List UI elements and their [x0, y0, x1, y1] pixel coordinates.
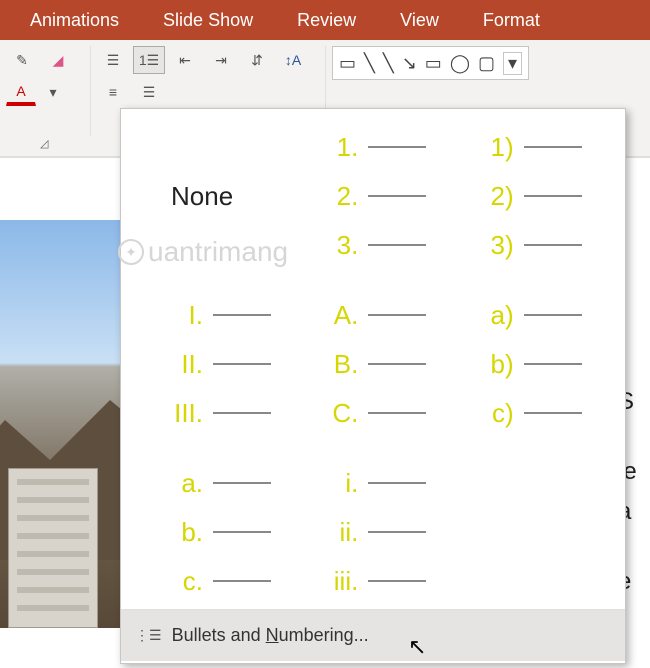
align-left-icon[interactable]: ≡ [97, 78, 129, 106]
tab-format[interactable]: Format [461, 0, 562, 40]
tab-slide-show[interactable]: Slide Show [141, 0, 275, 40]
format-painter-icon[interactable]: ✎ [6, 46, 38, 74]
line-spacing-icon[interactable]: ⇵ [241, 46, 273, 74]
cursor-icon: ↖ [408, 634, 426, 660]
numbering-option-roman-lower[interactable]: i. ii. iii. [306, 463, 451, 601]
shapes-more-icon[interactable]: ▾ [503, 52, 522, 75]
numbering-option-empty [462, 463, 607, 601]
bullets-icon[interactable]: ☰ [97, 46, 129, 74]
oval-shape-icon[interactable]: ◯ [450, 53, 470, 74]
font-color-dropdown-icon[interactable]: ▾ [40, 80, 66, 104]
rounded-rect-shape-icon[interactable]: ▢ [478, 53, 495, 74]
shapes-gallery[interactable]: ▭ ╲ ╲ ↘ ▭ ◯ ▢ ▾ [332, 46, 529, 80]
numbering-icon[interactable]: 1☰ [133, 46, 165, 74]
ribbon-tab-bar: Animations Slide Show Review View Format [0, 0, 650, 40]
bullets-and-numbering-label: Bullets and Numbering... [172, 625, 369, 646]
tab-review[interactable]: Review [275, 0, 378, 40]
clear-format-icon[interactable]: ◢ [42, 46, 74, 74]
font-color-icon[interactable]: A [6, 78, 36, 106]
rect-shape-icon[interactable]: ▭ [425, 53, 442, 74]
numbering-option-alpha-lower-dot[interactable]: a. b. c. [151, 463, 296, 601]
line-shape-icon[interactable]: ╲ [364, 53, 375, 74]
numbering-option-alpha-lower-paren[interactable]: a) b) c) [462, 295, 607, 433]
numbering-option-arabic-paren[interactable]: 1) 2) 3) [462, 127, 607, 265]
line-shape-icon[interactable]: ╲ [383, 53, 394, 74]
align-center-icon[interactable]: ☰ [133, 78, 165, 106]
text-direction-icon[interactable]: ↕A [277, 46, 309, 74]
numbering-dropdown: None 1. 2. 3. 1) 2) 3) I. II. III. A. B.… [120, 108, 626, 664]
bullets-and-numbering-menu-item[interactable]: ⋮☰ Bullets and Numbering... [121, 609, 625, 661]
tab-animations[interactable]: Animations [8, 0, 141, 40]
textbox-shape-icon[interactable]: ▭ [339, 53, 356, 74]
arrow-shape-icon[interactable]: ↘ [402, 53, 417, 74]
decrease-indent-icon[interactable]: ⇤ [169, 46, 201, 74]
dialog-launcher-icon[interactable]: ◿ [40, 137, 48, 150]
numbering-option-roman-upper[interactable]: I. II. III. [151, 295, 296, 433]
increase-indent-icon[interactable]: ⇥ [205, 46, 237, 74]
numbering-option-alpha-upper[interactable]: A. B. C. [306, 295, 451, 433]
watermark-icon: ✦ [118, 239, 144, 265]
list-icon: ⋮☰ [135, 627, 162, 644]
numbering-option-arabic-dot[interactable]: 1. 2. 3. [306, 127, 451, 265]
watermark-text: uantrimang [148, 236, 288, 268]
watermark: ✦ uantrimang [118, 236, 288, 268]
tab-view[interactable]: View [378, 0, 461, 40]
